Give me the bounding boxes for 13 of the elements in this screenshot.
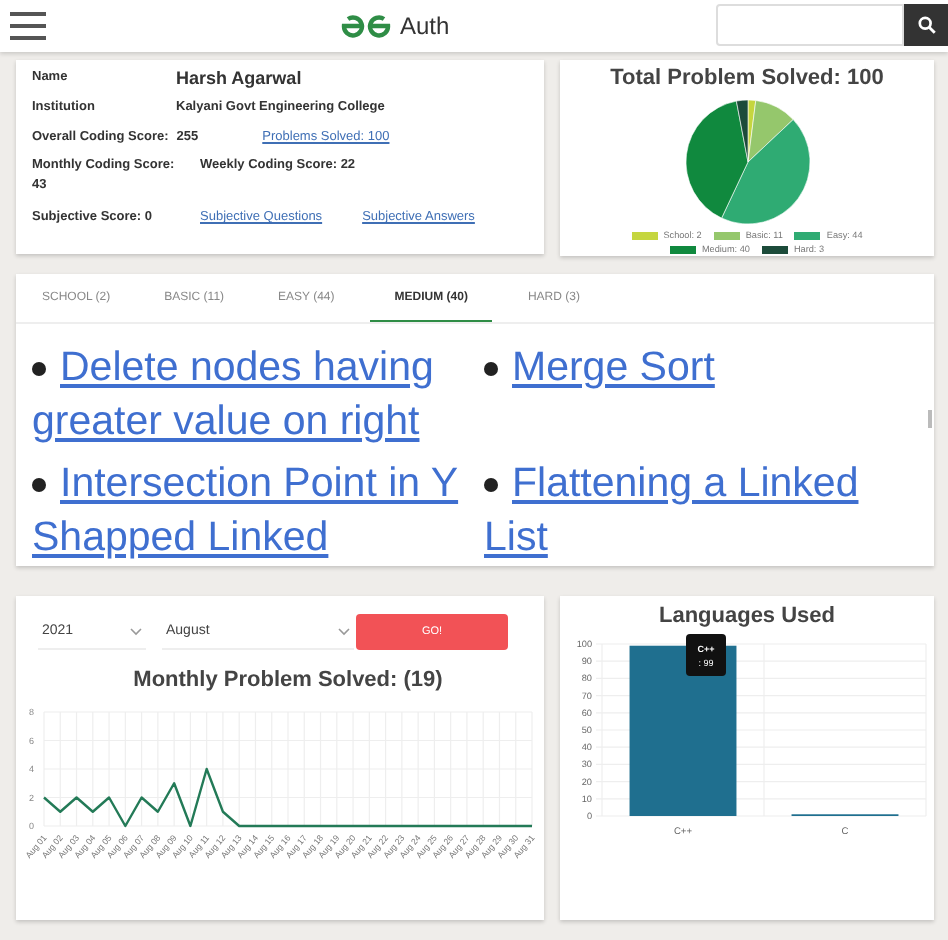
logo-text: Auth: [400, 12, 450, 40]
chart-title: Languages Used: [656, 604, 838, 628]
chart-title: Total Problem Solved: 100: [610, 66, 884, 90]
problem-link[interactable]: Intersection Point in Y Shapped Linked: [32, 456, 484, 564]
problem-link[interactable]: Merge Sort: [484, 340, 904, 394]
pie-slice: [684, 100, 748, 219]
pie-slice: [735, 99, 748, 163]
pie-slice: [720, 119, 810, 225]
problem-link[interactable]: Flattening a Linked List: [484, 456, 904, 564]
user-name: Harsh Agarwal: [176, 67, 302, 87]
problem-link[interactable]: Delete nodes having greater value on right: [32, 340, 484, 448]
chart-title: Monthly Problem Solved: (19): [131, 668, 445, 692]
pie-slice: [746, 100, 793, 163]
